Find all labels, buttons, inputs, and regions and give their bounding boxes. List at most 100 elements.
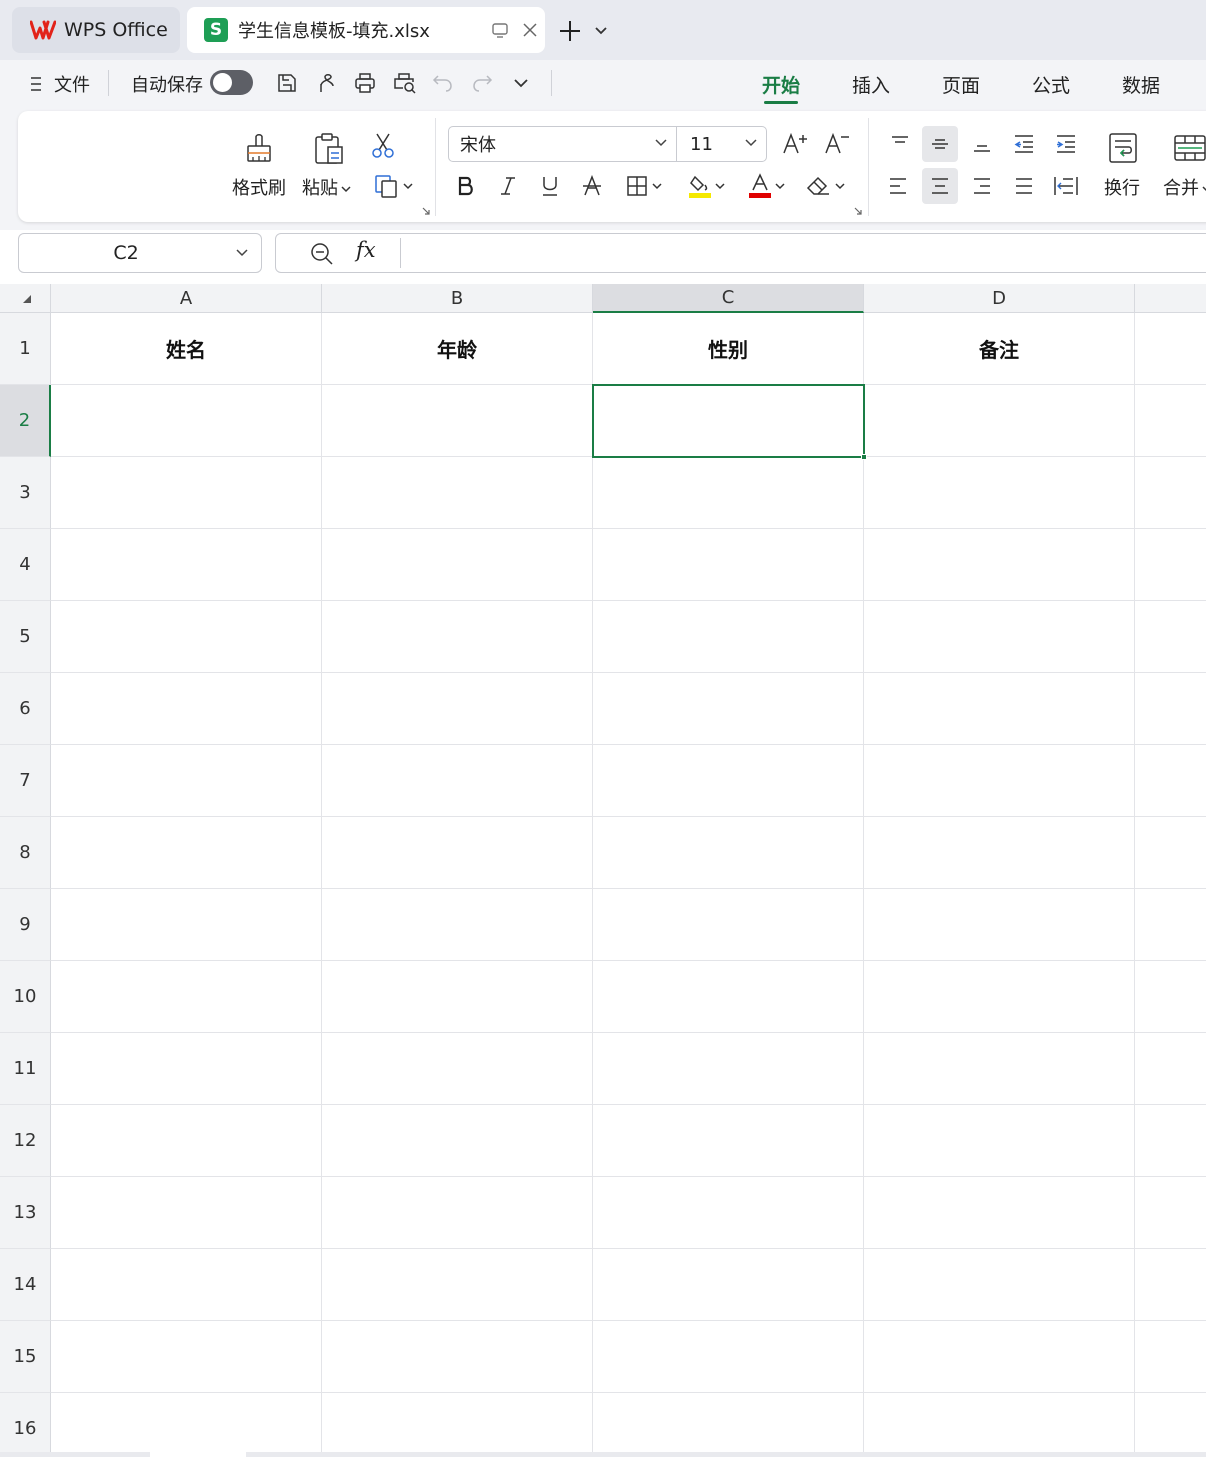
cell-c10[interactable] bbox=[593, 961, 864, 1033]
cell[interactable] bbox=[1135, 385, 1206, 457]
tab-wps-office-home[interactable]: WPS Office bbox=[12, 7, 180, 53]
cell-d2[interactable] bbox=[864, 385, 1135, 457]
row-header-6[interactable]: 6 bbox=[0, 673, 51, 745]
ribbon-tab-home[interactable]: 开始 bbox=[762, 68, 800, 104]
cell-d13[interactable] bbox=[864, 1177, 1135, 1249]
cell-a15[interactable] bbox=[51, 1321, 322, 1393]
column-header[interactable] bbox=[1135, 284, 1206, 313]
font-size-dropdown[interactable]: 11 bbox=[676, 127, 766, 161]
column-header-c[interactable]: C bbox=[593, 284, 864, 313]
cell-a4[interactable] bbox=[51, 529, 322, 601]
cell-d3[interactable] bbox=[864, 457, 1135, 529]
cell-b2[interactable] bbox=[322, 385, 593, 457]
ribbon-tab-formula[interactable]: 公式 bbox=[1032, 68, 1070, 100]
font-name-dropdown[interactable]: 宋体 bbox=[449, 127, 676, 161]
cell-b13[interactable] bbox=[322, 1177, 593, 1249]
close-tab-icon[interactable] bbox=[515, 15, 545, 45]
cell[interactable] bbox=[1135, 1393, 1206, 1457]
row-header-8[interactable]: 8 bbox=[0, 817, 51, 889]
cell-c13[interactable] bbox=[593, 1177, 864, 1249]
format-painter-label[interactable]: 格式刷 bbox=[232, 174, 286, 200]
cut-scissors-icon[interactable] bbox=[366, 128, 400, 162]
cell-b6[interactable] bbox=[322, 673, 593, 745]
row-header-16[interactable]: 16 bbox=[0, 1393, 51, 1457]
formula-input[interactable] bbox=[400, 238, 1206, 268]
cell-b12[interactable] bbox=[322, 1105, 593, 1177]
cell-c3[interactable] bbox=[593, 457, 864, 529]
row-header-12[interactable]: 12 bbox=[0, 1105, 51, 1177]
cell-d5[interactable] bbox=[864, 601, 1135, 673]
row-header-4[interactable]: 4 bbox=[0, 529, 51, 601]
quick-access-chevron-down-icon[interactable] bbox=[507, 67, 535, 99]
cell-a6[interactable] bbox=[51, 673, 322, 745]
row-header-1[interactable]: 1 bbox=[0, 313, 51, 385]
name-box[interactable]: C2 bbox=[18, 233, 262, 273]
fill-handle[interactable] bbox=[861, 454, 867, 460]
cell[interactable] bbox=[1135, 817, 1206, 889]
increase-indent-icon[interactable] bbox=[1048, 126, 1084, 162]
align-center-icon[interactable] bbox=[922, 168, 958, 204]
cell-b15[interactable] bbox=[322, 1321, 593, 1393]
cell[interactable] bbox=[1135, 673, 1206, 745]
cell-b8[interactable] bbox=[322, 817, 593, 889]
cell-d16[interactable] bbox=[864, 1393, 1135, 1457]
row-header-7[interactable]: 7 bbox=[0, 745, 51, 817]
italic-icon[interactable] bbox=[492, 170, 524, 202]
cell-d6[interactable] bbox=[864, 673, 1135, 745]
cell-d15[interactable] bbox=[864, 1321, 1135, 1393]
ribbon-tab-data[interactable]: 数据 bbox=[1122, 68, 1160, 100]
cell-c1[interactable]: 性别 bbox=[593, 313, 864, 385]
cell-c16[interactable] bbox=[593, 1393, 864, 1457]
merge-cells-icon[interactable] bbox=[1168, 128, 1206, 168]
print-icon[interactable] bbox=[350, 67, 380, 99]
cell-c4[interactable] bbox=[593, 529, 864, 601]
row-header-11[interactable]: 11 bbox=[0, 1033, 51, 1105]
decrease-font-size-icon[interactable] bbox=[822, 128, 852, 160]
cell-c8[interactable] bbox=[593, 817, 864, 889]
align-left-icon[interactable] bbox=[880, 168, 916, 204]
cell-b5[interactable] bbox=[322, 601, 593, 673]
distributed-align-icon[interactable] bbox=[1048, 168, 1084, 204]
cell-b14[interactable] bbox=[322, 1249, 593, 1321]
zoom-out-magnifier-icon[interactable] bbox=[310, 242, 334, 266]
cell-a13[interactable] bbox=[51, 1177, 322, 1249]
increase-font-size-icon[interactable] bbox=[780, 128, 810, 160]
underline-icon[interactable] bbox=[534, 170, 566, 202]
wrap-text-label[interactable]: 换行 bbox=[1104, 174, 1140, 200]
row-header-13[interactable]: 13 bbox=[0, 1177, 51, 1249]
cell[interactable] bbox=[1135, 529, 1206, 601]
cell-a2[interactable] bbox=[51, 385, 322, 457]
cell-c6[interactable] bbox=[593, 673, 864, 745]
cell-c14[interactable] bbox=[593, 1249, 864, 1321]
font-color-button[interactable] bbox=[742, 170, 790, 202]
cell-a12[interactable] bbox=[51, 1105, 322, 1177]
cell[interactable] bbox=[1135, 1249, 1206, 1321]
cell-a8[interactable] bbox=[51, 817, 322, 889]
row-header-15[interactable]: 15 bbox=[0, 1321, 51, 1393]
row-header-10[interactable]: 10 bbox=[0, 961, 51, 1033]
cell-c11[interactable] bbox=[593, 1033, 864, 1105]
paste-button[interactable]: 粘贴 bbox=[302, 174, 351, 200]
cell[interactable] bbox=[1135, 889, 1206, 961]
align-middle-icon[interactable] bbox=[922, 126, 958, 162]
horizontal-scrollbar-thumb[interactable] bbox=[150, 1452, 246, 1457]
cell-b11[interactable] bbox=[322, 1033, 593, 1105]
new-tab-plus-icon[interactable] bbox=[554, 15, 586, 47]
format-painter-icon[interactable] bbox=[238, 128, 280, 168]
tab-list-chevron-down-icon[interactable] bbox=[588, 15, 614, 47]
cell-c7[interactable] bbox=[593, 745, 864, 817]
cell-d8[interactable] bbox=[864, 817, 1135, 889]
cell-a11[interactable] bbox=[51, 1033, 322, 1105]
row-header-5[interactable]: 5 bbox=[0, 601, 51, 673]
paste-icon[interactable] bbox=[308, 128, 350, 168]
clear-format-button[interactable] bbox=[800, 170, 850, 202]
cell[interactable] bbox=[1135, 961, 1206, 1033]
cell-a5[interactable] bbox=[51, 601, 322, 673]
cell-d11[interactable] bbox=[864, 1033, 1135, 1105]
clipboard-dialog-launcher-icon[interactable] bbox=[420, 205, 432, 217]
insert-function-fx-button[interactable]: fx bbox=[356, 238, 376, 262]
cell-d1[interactable]: 备注 bbox=[864, 313, 1135, 385]
cell[interactable] bbox=[1135, 745, 1206, 817]
undo-icon[interactable] bbox=[428, 67, 458, 99]
merge-cells-button[interactable]: 合并 bbox=[1163, 174, 1206, 200]
